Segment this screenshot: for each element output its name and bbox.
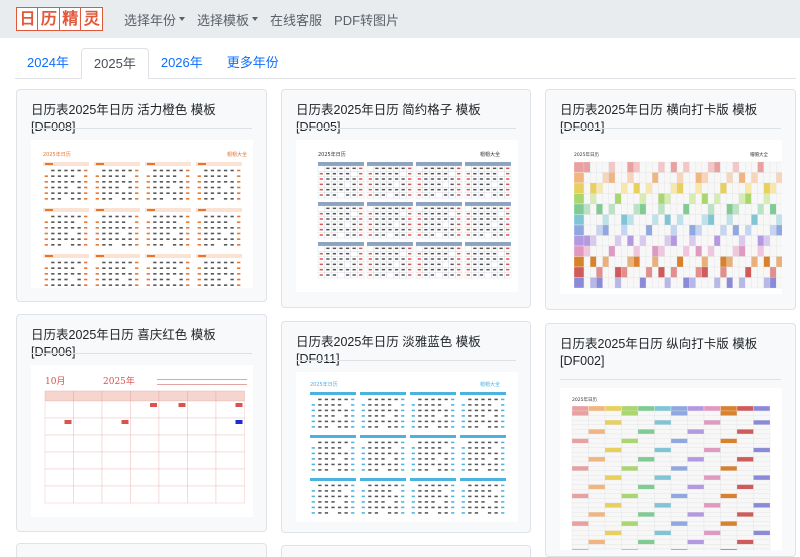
thumb-title: 2025年日历 <box>572 396 597 403</box>
card-title: 日历表2025年日历 活力橙色 模板[DF008] <box>31 103 216 134</box>
chevron-down-icon <box>179 17 186 21</box>
tab-more-years[interactable]: 更多年份 <box>215 48 291 79</box>
card-title: 日历表2025年日历 纵向打卡版 模板[DF002] <box>560 337 758 368</box>
template-card-df011[interactable]: 日历表2025年日历 淡雅蓝色 模板[DF011] 2025年日历 帽帽大全 <box>281 321 531 533</box>
thumb-brand: 帽帽大全 <box>480 381 500 388</box>
thumb-brand: 帽帽大全 <box>480 151 500 158</box>
card-divider <box>296 360 516 361</box>
chevron-down-icon <box>252 17 259 21</box>
nav-select-year[interactable]: 选择年份 <box>124 10 186 29</box>
thumb-brand: 帽帽大全 <box>227 151 247 158</box>
month-grid <box>310 392 506 514</box>
template-card-df002[interactable]: 日历表2025年日历 纵向打卡版 模板[DF002] 2025年日历 <box>545 323 796 557</box>
template-thumbnail[interactable]: 2025年日历 帽帽大全 <box>296 372 518 522</box>
template-card-df006[interactable]: 日历表2025年日历 喜庆红色 模板[DF006] 10月 2025年 <box>16 314 267 532</box>
nav-item-label: 选择年份 <box>124 12 177 28</box>
logo-char: 历 <box>37 7 61 31</box>
site-logo[interactable]: 日 历 精 灵 <box>16 7 104 31</box>
card-divider <box>560 379 781 380</box>
nav-online-service[interactable]: 在线客服 <box>270 10 322 29</box>
nav-pdf-to-image[interactable]: PDF转图片 <box>334 10 399 29</box>
nav-menu: 选择年份 选择模板 在线客服 PDF转图片 <box>124 0 411 38</box>
template-thumbnail[interactable]: 2025年日历 <box>560 388 782 550</box>
card-divider <box>31 353 252 354</box>
template-card-df008[interactable]: 日历表2025年日历 活力橙色 模板[DF008] 2025年日历 帽帽大全 <box>16 89 267 302</box>
thumb-title: 2025年日历 <box>43 151 71 158</box>
top-navbar: 日 历 精 灵 选择年份 选择模板 在线客服 PDF转图片 <box>0 0 800 38</box>
nav-item-label: PDF转图片 <box>334 12 400 28</box>
template-card-partial[interactable] <box>281 545 531 557</box>
checkin-grid <box>573 161 782 289</box>
month-table <box>44 379 247 504</box>
month-grid <box>43 162 242 286</box>
tab-2024[interactable]: 2024年 <box>15 48 81 79</box>
card-divider <box>560 128 781 129</box>
card-divider <box>31 128 252 129</box>
nav-select-template[interactable]: 选择模板 <box>197 10 259 29</box>
month-grid <box>317 162 512 279</box>
thumb-title: 2025年日历 <box>318 151 346 158</box>
template-thumbnail[interactable]: 2025年日历 帽帽大全 <box>296 140 518 292</box>
template-card-partial[interactable] <box>16 543 267 557</box>
year-tabs: 2024年 2025年 2026年 更多年份 <box>15 48 796 79</box>
card-title: 日历表2025年日历 淡雅蓝色 模板[DF011] <box>296 335 481 366</box>
card-divider <box>296 128 516 129</box>
logo-char: 日 <box>16 7 39 31</box>
tab-2026[interactable]: 2026年 <box>149 48 215 79</box>
logo-char: 灵 <box>80 7 104 31</box>
template-thumbnail[interactable]: 10月 2025年 <box>31 365 253 517</box>
thumb-brand: 帽帽大全 <box>750 151 768 158</box>
thumb-title: 2025年日历 <box>310 381 338 388</box>
checkin-grid <box>571 405 771 550</box>
thumb-month: 10月 <box>45 376 65 387</box>
thumb-year: 2025年 <box>103 375 135 387</box>
nav-item-label: 选择模板 <box>197 12 250 28</box>
template-thumbnail[interactable]: 2025年日历 帽帽大全 <box>31 140 253 288</box>
logo-char: 精 <box>58 7 82 31</box>
card-title: 日历表2025年日历 横向打卡版 模板[DF001] <box>560 103 758 134</box>
card-title: 日历表2025年日历 喜庆红色 模板[DF006] <box>31 328 216 359</box>
template-card-df005[interactable]: 日历表2025年日历 简约格子 模板[DF005] 2025年日历 帽帽大全 <box>281 89 531 308</box>
thumb-title: 2025年日历 <box>574 151 599 158</box>
template-thumbnail[interactable]: 2025年日历 帽帽大全 <box>560 140 782 294</box>
nav-item-label: 在线客服 <box>270 12 323 28</box>
tab-2025[interactable]: 2025年 <box>80 48 149 79</box>
template-card-df001[interactable]: 日历表2025年日历 横向打卡版 模板[DF001] 2025年日历 帽帽大全 <box>545 89 796 310</box>
card-title: 日历表2025年日历 简约格子 模板[DF005] <box>296 103 481 134</box>
